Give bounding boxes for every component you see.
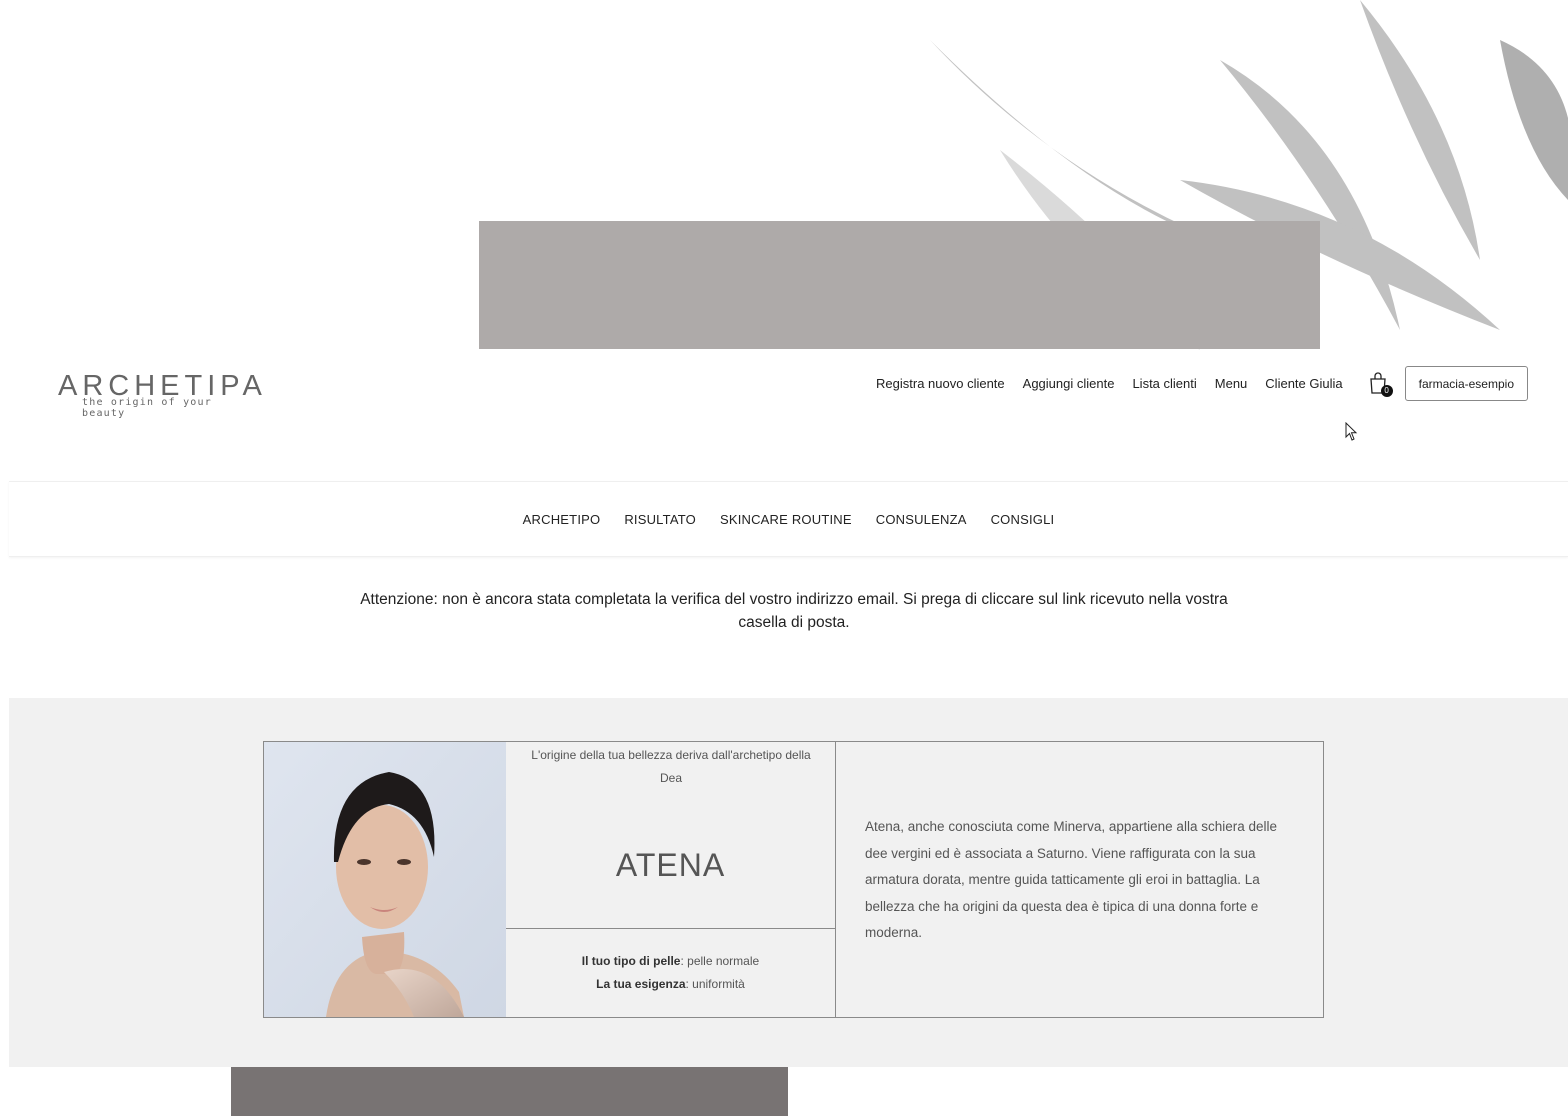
email-verification-alert: Attenzione: non è ancora stata completat… [360,591,1228,631]
origin-text: L'origine della tua bellezza deriva dall… [531,748,811,785]
divider [506,928,835,929]
account-button[interactable]: farmacia-esempio [1404,366,1528,401]
mouse-cursor-icon [1345,422,1358,441]
main-navigation: ARCHETIPO RISULTATO SKINCARE ROUTINE CON… [9,481,1568,557]
nav-registra-nuovo-cliente[interactable]: Registra nuovo cliente [876,376,1005,391]
need-row: La tua esigenza: uniformità [596,977,745,991]
logo-tagline: the origin of your beauty [82,397,212,419]
skin-type-value: pelle normale [687,954,760,968]
nav-menu[interactable]: Menu [1215,376,1248,391]
shopping-bag-icon[interactable]: 0 [1369,371,1393,397]
tab-consigli[interactable]: CONSIGLI [991,512,1055,527]
tab-skincare-routine[interactable]: SKINCARE ROUTINE [720,512,852,527]
nav-lista-clienti[interactable]: Lista clienti [1132,376,1196,391]
need-value: uniformità [692,977,745,991]
archetype-card: L'origine della tua bellezza deriva dall… [263,741,1324,1018]
tab-risultato[interactable]: RISULTATO [624,512,696,527]
need-label: La tua esigenza [596,977,686,991]
goddess-name: ATENA [615,847,726,883]
tab-consulenza[interactable]: CONSULENZA [876,512,967,527]
goddess-description: Atena, anche conosciuta come Minerva, ap… [865,819,1277,940]
bottom-banner-placeholder [231,1067,788,1116]
hero-banner-placeholder [479,221,1320,349]
skin-type-label: Il tuo tipo di pelle [581,954,681,968]
nav-aggiungi-cliente[interactable]: Aggiungi cliente [1023,376,1115,391]
portrait-image [264,742,506,1017]
nav-cliente-giulia[interactable]: Cliente Giulia [1265,376,1342,391]
archetipa-logo[interactable]: ARCHETIPA the origin of your beauty [58,370,262,420]
top-navigation: Registra nuovo cliente Aggiungi cliente … [858,366,1528,401]
skin-info: Il tuo tipo di pelle: pelle normale La t… [506,950,835,996]
archetype-result-section: L'origine della tua bellezza deriva dall… [9,698,1568,1067]
cart-count-badge: 0 [1380,384,1393,397]
tab-archetipo[interactable]: ARCHETIPO [523,512,601,527]
skin-type-row: Il tuo tipo di pelle: pelle normale [581,954,760,968]
archetype-summary: L'origine della tua bellezza deriva dall… [506,742,836,1017]
